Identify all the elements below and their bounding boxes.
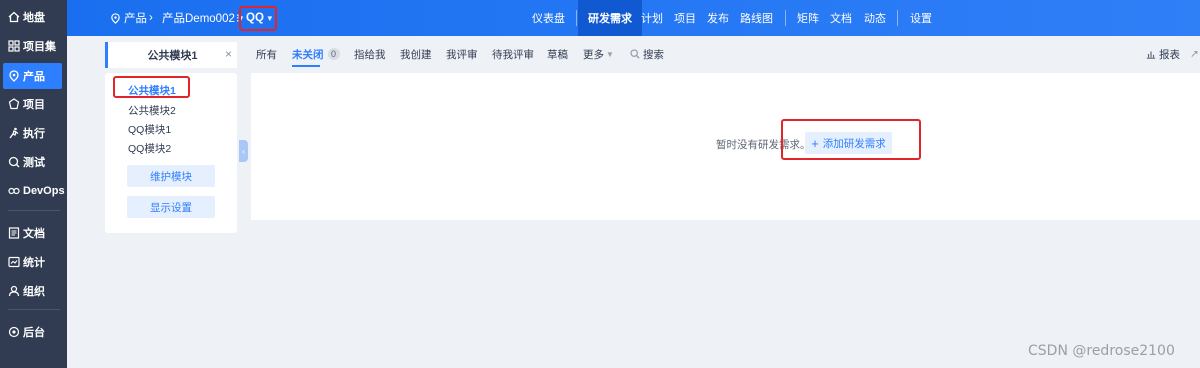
display-settings-button[interactable]: 显示设置 [127,196,215,218]
sidebar-divider [8,309,60,310]
sidebar-item-project[interactable]: 项目 [0,91,67,117]
sidebar-item-stats[interactable]: 统计 [0,249,67,275]
tab-activity[interactable]: 动态 [864,0,886,36]
project-icon [8,98,20,110]
active-filter-indicator [292,65,320,67]
collapse-panel-handle[interactable]: ‹ [239,140,248,162]
sidebar-item-label: 项目集 [23,41,56,53]
chevron-down-icon: ▼ [606,49,614,59]
tab-doc[interactable]: 文档 [830,0,852,36]
nav-divider [785,10,786,26]
report-button[interactable]: 报表 [1146,46,1180,62]
module-item[interactable]: QQ模块1 [128,122,171,137]
report-label: 报表 [1159,48,1180,61]
settings-icon [8,326,20,338]
devops-icon [8,187,20,195]
filter-created-by-me[interactable]: 我创建 [400,46,432,62]
product-switcher[interactable]: 产品Demo002 ▼ [162,0,245,36]
grid-icon [8,40,20,52]
module-item[interactable]: 公共模块2 [128,103,176,118]
breadcrumb-root-label: 产品 [124,13,147,25]
sidebar-item-org[interactable]: 组织 [0,278,67,304]
filter-to-review[interactable]: 待我评审 [492,46,534,62]
branch-name: QQ [246,12,264,24]
plus-icon: + [811,135,819,151]
maintain-module-button[interactable]: 维护模块 [127,165,215,187]
sidebar-item-label: 测试 [23,157,45,169]
filter-assigned-to-me[interactable]: 指给我 [354,46,386,62]
filter-label: 更多 [583,48,604,61]
chart-icon [8,256,20,268]
sidebar-item-label: 执行 [23,128,45,140]
sidebar-item-admin[interactable]: 后台 [0,319,67,345]
sidebar-item-doc[interactable]: 文档 [0,220,67,246]
filter-all[interactable]: 所有 [256,46,277,62]
tab-release[interactable]: 发布 [707,0,729,36]
export-icon[interactable]: ↗ [1190,46,1199,62]
sidebar-divider [8,210,60,211]
sidebar-item-dashboard[interactable]: 地盘 [0,4,67,30]
sidebar-item-label: 文档 [23,228,45,240]
tab-project[interactable]: 项目 [674,0,696,36]
tab-settings[interactable]: 设置 [910,0,932,36]
run-icon [9,127,19,139]
sidebar: 地盘 项目集 产品 项目 执行 测试 DevOps 文档 统计 组织 后台 [0,0,67,368]
home-icon [8,11,20,23]
sidebar-item-test[interactable]: 测试 [0,149,67,175]
module-item[interactable]: 公共模块1 [128,83,176,98]
add-requirement-button[interactable]: + 添加研发需求 [805,132,892,154]
sidebar-item-label: 项目 [23,99,45,111]
test-icon [8,156,20,168]
breadcrumb-root[interactable]: 产品 [110,0,147,36]
nav-divider [897,10,898,26]
tab-roadmap[interactable]: 路线图 [740,0,773,36]
tab-plan[interactable]: 计划 [641,0,663,36]
doc-icon [8,227,20,239]
sidebar-item-execution[interactable]: 执行 [0,120,67,146]
filter-label: 未关闭 [292,48,324,61]
sidebar-item-product[interactable]: 产品 [3,63,62,89]
sidebar-item-label: 后台 [23,327,45,339]
tab-requirements[interactable]: 研发需求 [578,0,642,36]
chevron-right-icon: › [149,12,153,24]
filter-label: 搜索 [643,48,664,61]
sidebar-item-label: 组织 [23,286,45,298]
search-icon [630,49,640,59]
product-icon [111,12,120,24]
add-requirement-label: 添加研发需求 [822,137,886,150]
nav-divider [576,10,577,26]
watermark: CSDN @redrose2100 [1028,343,1175,359]
close-icon[interactable]: × [225,47,232,61]
product-name: 产品Demo002 [162,13,235,25]
product-icon [9,70,19,82]
count-badge: 0 [327,48,340,60]
sidebar-item-label: 产品 [23,71,45,83]
sidebar-item-devops[interactable]: DevOps [0,178,67,204]
chevron-down-icon: ▼ [265,13,274,23]
bar-chart-icon [1146,51,1156,59]
module-tab[interactable]: 公共模块1 [105,42,237,68]
filter-reviewed-by-me[interactable]: 我评审 [446,46,478,62]
tab-matrix[interactable]: 矩阵 [797,0,819,36]
filter-more[interactable]: 更多 ▼ [583,46,614,62]
tab-dashboard[interactable]: 仪表盘 [532,0,565,36]
filter-draft[interactable]: 草稿 [547,46,568,62]
sidebar-item-label: DevOps [23,185,65,197]
sidebar-item-program[interactable]: 项目集 [0,33,67,59]
module-item[interactable]: QQ模块2 [128,141,171,156]
org-icon [8,285,20,297]
filter-unclosed[interactable]: 未关闭 0 [292,46,340,62]
sidebar-item-label: 地盘 [23,12,45,24]
branch-switcher[interactable]: QQ ▼ [246,0,274,36]
search-button[interactable]: 搜索 [630,46,664,62]
sidebar-item-label: 统计 [23,257,45,269]
